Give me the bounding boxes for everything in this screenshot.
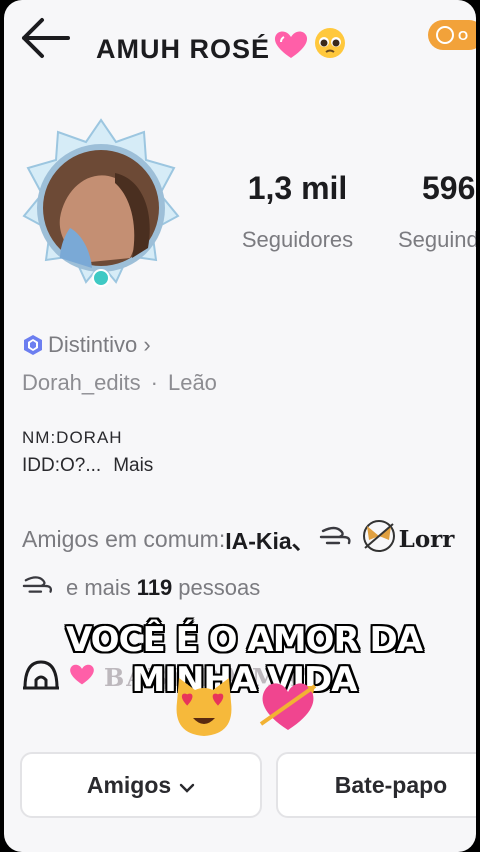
zodiac-sign: Leão bbox=[167, 370, 217, 395]
common-friends-label: Amigos em comum: bbox=[22, 525, 226, 552]
friends-button-label: Amigos bbox=[86, 771, 172, 798]
bio-text: IDD:O?... bbox=[22, 455, 102, 476]
following-count: 596 bbox=[422, 170, 476, 206]
profile-screen: AMUH ROSÉ O 1,3 mil Seguidores 596 Segui… bbox=[4, 0, 476, 852]
badge-hexagon-icon bbox=[24, 335, 42, 355]
badge-link[interactable]: Distintivo › bbox=[22, 332, 151, 358]
more-count: 119 bbox=[136, 575, 173, 600]
butterfly-avatar-icon bbox=[361, 518, 397, 560]
wind-swirl-icon bbox=[22, 570, 60, 606]
friends-button[interactable]: Amigos bbox=[20, 752, 262, 818]
followers-stat[interactable]: 1,3 mil Seguidores bbox=[230, 170, 365, 253]
more-prefix: e mais bbox=[66, 575, 131, 600]
following-stat[interactable]: 596 Seguindo bbox=[398, 170, 476, 253]
heart-with-arrow-icon bbox=[259, 683, 317, 730]
badge-label: Distintivo › bbox=[48, 332, 151, 357]
common-friends-names: IA-Kia、 bbox=[225, 528, 315, 554]
heart-eyes-cat-icon bbox=[176, 678, 232, 736]
back-button[interactable] bbox=[18, 16, 70, 60]
common-friends-row[interactable]: Amigos em comum: IA-Kia、 Lorr bbox=[22, 518, 454, 560]
avatar[interactable] bbox=[20, 118, 182, 298]
page-title: AMUH ROSÉ bbox=[96, 26, 348, 67]
chat-button[interactable]: Bate-papo bbox=[276, 752, 476, 818]
separator-dot: · bbox=[150, 370, 158, 395]
followers-label: Seguidores bbox=[241, 227, 354, 252]
common-friend-third: Lorr bbox=[398, 525, 455, 553]
chat-button-label: Bate-papo bbox=[334, 771, 448, 798]
coin-icon bbox=[436, 26, 454, 44]
profile-name: AMUH ROSÉ bbox=[96, 34, 271, 64]
following-label: Seguindo bbox=[398, 227, 476, 252]
more-friends-row[interactable]: e mais 119 pessoas bbox=[22, 570, 260, 606]
header: AMUH ROSÉ O bbox=[4, 0, 476, 80]
pleading-face-icon bbox=[312, 26, 348, 67]
wind-swirl-icon bbox=[319, 521, 359, 557]
arrow-left-icon bbox=[22, 18, 70, 58]
bio-line-1: NM:DORAH bbox=[22, 428, 123, 447]
profile-meta: Dorah_edits · Leão bbox=[22, 370, 217, 396]
coins-badge[interactable]: O bbox=[428, 20, 476, 50]
more-link[interactable]: Mais bbox=[113, 455, 153, 476]
bio-line-2: IDD:O?... Mais bbox=[22, 455, 153, 477]
username: Dorah_edits bbox=[22, 370, 141, 395]
coin-label: O bbox=[458, 27, 469, 43]
sparkling-heart-icon bbox=[272, 28, 310, 67]
emoji-overlay bbox=[169, 672, 321, 742]
followers-count: 1,3 mil bbox=[247, 170, 348, 206]
more-suffix: pessoas bbox=[178, 575, 261, 600]
chevron-down-icon bbox=[179, 772, 195, 799]
